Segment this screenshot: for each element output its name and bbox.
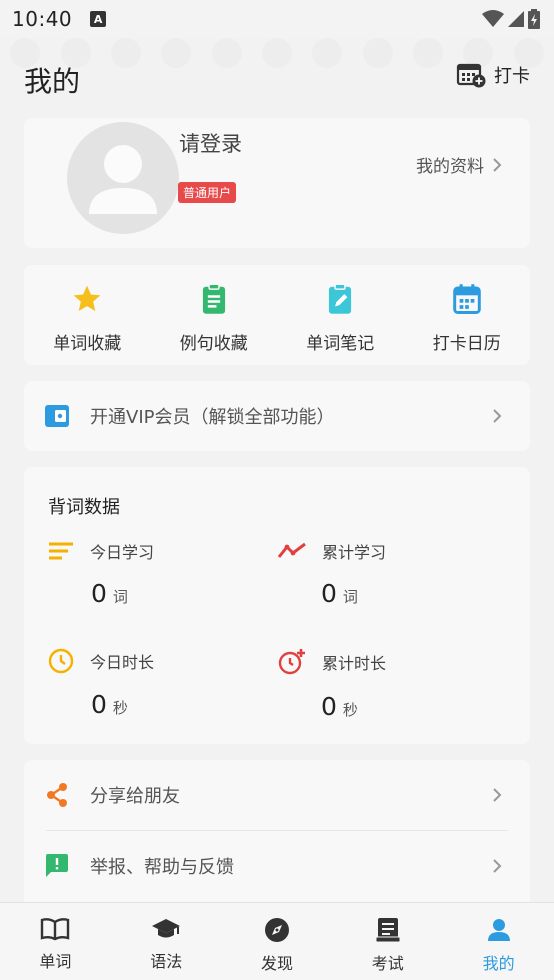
status-bar: 10:40 A (0, 0, 554, 38)
stat-label: 累计时长 (322, 654, 387, 673)
tab-exam[interactable]: 考试 (332, 903, 443, 980)
tab-words[interactable]: 单词 (0, 903, 111, 980)
vip-label: 开通VIP会员（解锁全部功能） (90, 407, 335, 428)
battery-icon (528, 9, 540, 29)
checkin-label: 打卡 (494, 66, 530, 87)
login-link[interactable]: 请登录 (179, 128, 242, 158)
shortcut-word-favorites[interactable]: 单词收藏 (24, 265, 151, 365)
tab-label: 考试 (371, 954, 404, 973)
menu-label: 举报、帮助与反馈 (90, 857, 234, 878)
chevron-right-icon (493, 409, 502, 423)
bottom-tab-bar: 单词 语法 发现 考试 我的 (0, 902, 554, 980)
status-icons (482, 9, 540, 29)
shortcut-label: 单词笔记 (306, 334, 375, 354)
tab-label: 发现 (260, 954, 293, 973)
tab-grammar[interactable]: 语法 (111, 903, 222, 980)
header: 我的 打卡 (0, 52, 554, 108)
stat-total-time: 累计时长 0 秒 (278, 648, 498, 721)
tab-label: 我的 (482, 954, 515, 973)
tab-discover[interactable]: 发现 (222, 903, 333, 980)
signal-icon (508, 11, 524, 27)
list-icon (49, 542, 73, 560)
book-icon (41, 918, 70, 941)
checkin-button[interactable]: 打卡 (456, 62, 530, 88)
stat-unit: 词 (342, 588, 358, 606)
exam-icon (375, 918, 401, 943)
stat-unit: 词 (112, 588, 128, 606)
stat-unit: 秒 (112, 699, 128, 717)
stat-label: 今日时长 (90, 653, 155, 672)
stats-title: 背词数据 (48, 497, 120, 518)
person-icon (487, 919, 510, 941)
shortcut-sentence-favorites[interactable]: 例句收藏 (151, 265, 278, 365)
my-profile-link[interactable]: 我的资料 (416, 152, 502, 177)
menu-card: 分享给朋友 举报、帮助与反馈 (24, 760, 530, 910)
alarm-add-icon (278, 649, 305, 675)
wallet-icon (45, 405, 69, 427)
trend-icon (278, 542, 306, 558)
stat-label: 今日学习 (90, 543, 155, 562)
chevron-right-icon (493, 859, 502, 873)
stat-today-words: 今日学习 0 词 (48, 539, 268, 608)
stat-total-words: 累计学习 0 词 (278, 539, 498, 608)
menu-item-feedback[interactable]: 举报、帮助与反馈 (24, 831, 530, 901)
feedback-icon (46, 854, 68, 877)
stat-value: 0 (91, 690, 107, 719)
shortcuts-card: 单词收藏 例句收藏 单词笔记 打卡日历 (24, 265, 530, 365)
vip-banner[interactable]: 开通VIP会员（解锁全部功能） (24, 381, 530, 451)
shortcut-label: 打卡日历 (432, 334, 501, 354)
notification-icon: A (90, 11, 107, 27)
stat-unit: 秒 (342, 701, 358, 719)
calendar-icon (452, 284, 481, 315)
chevron-right-icon (493, 788, 502, 802)
clock-icon (48, 648, 74, 674)
status-time: 10:40 (12, 7, 73, 31)
graduation-cap-icon (152, 919, 181, 938)
page-title: 我的 (24, 65, 81, 98)
stat-value: 0 (91, 579, 107, 608)
stats-card: 背词数据 今日学习 0 词 累计学习 0 词 今日时长 0 秒 累计时长 0 秒 (24, 467, 530, 744)
stat-label: 累计学习 (322, 543, 387, 562)
clipboard-icon (202, 283, 225, 314)
share-icon (47, 783, 67, 807)
shortcut-label: 单词收藏 (53, 334, 122, 354)
profile-card: 请登录 普通用户 我的资料 (24, 118, 530, 248)
compass-icon (264, 918, 289, 942)
avatar[interactable] (67, 122, 179, 234)
my-profile-label: 我的资料 (416, 157, 484, 177)
default-avatar-icon (89, 145, 157, 214)
shortcut-word-notes[interactable]: 单词笔记 (277, 265, 404, 365)
tab-label: 语法 (150, 952, 183, 971)
stat-value: 0 (321, 692, 337, 721)
tab-mine[interactable]: 我的 (443, 903, 554, 980)
wifi-icon (482, 10, 504, 27)
menu-label: 分享给朋友 (90, 786, 180, 807)
calendar-add-icon (456, 63, 486, 88)
shortcut-checkin-calendar[interactable]: 打卡日历 (404, 265, 531, 365)
tab-label: 单词 (39, 952, 72, 971)
shortcut-label: 例句收藏 (179, 334, 248, 354)
menu-item-share[interactable]: 分享给朋友 (24, 760, 530, 830)
star-icon (73, 285, 101, 311)
user-level-badge: 普通用户 (178, 182, 237, 203)
stat-today-time: 今日时长 0 秒 (48, 648, 268, 719)
chevron-right-icon (493, 157, 502, 172)
stat-value: 0 (321, 579, 337, 608)
note-edit-icon (329, 283, 352, 314)
